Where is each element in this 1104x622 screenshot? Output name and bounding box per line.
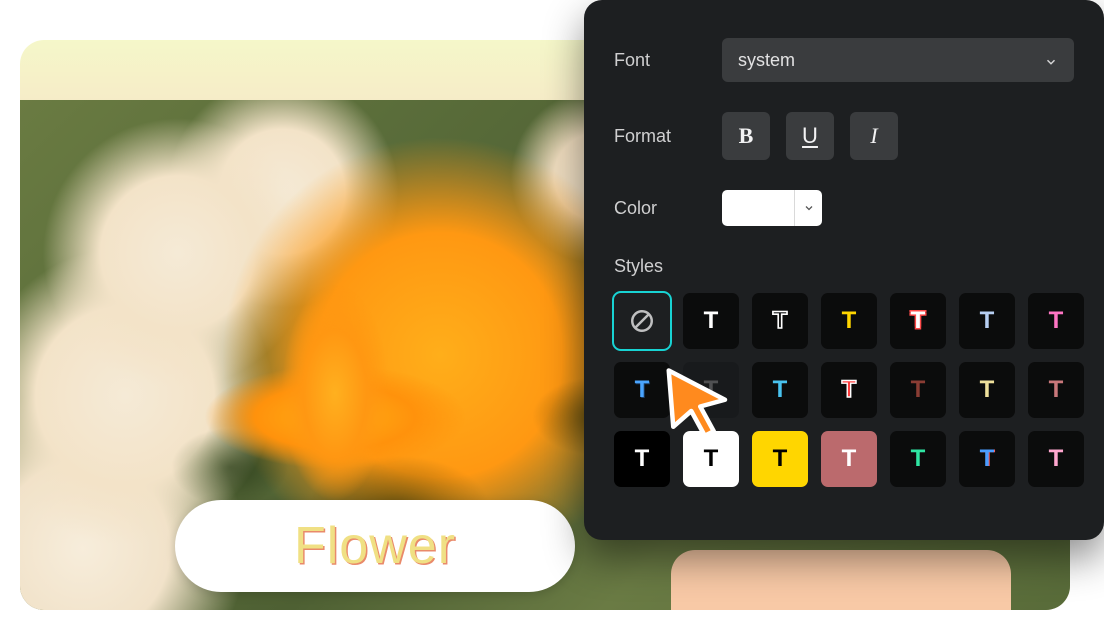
color-picker[interactable] xyxy=(722,190,822,226)
style-tile[interactable]: T xyxy=(821,362,877,418)
style-tile[interactable]: T xyxy=(614,362,670,418)
style-tile[interactable]: T xyxy=(890,431,946,487)
font-value: system xyxy=(738,50,795,71)
style-tile[interactable]: T xyxy=(752,293,808,349)
styles-grid: T T T T T T T T T T T T T T T T T T T T xyxy=(614,293,1074,487)
italic-button[interactable]: I xyxy=(850,112,898,160)
color-row: Color xyxy=(614,190,1074,226)
underline-button[interactable]: U xyxy=(786,112,834,160)
styles-label: Styles xyxy=(614,256,1074,277)
format-row: Format B U I xyxy=(614,112,1074,160)
style-tile[interactable]: T xyxy=(959,362,1015,418)
style-tile-bg-white[interactable]: T xyxy=(683,431,739,487)
color-label: Color xyxy=(614,198,722,219)
text-pill-label: Flower xyxy=(294,516,456,576)
font-select[interactable]: system xyxy=(722,38,1074,82)
style-tile[interactable]: T xyxy=(890,362,946,418)
style-tile[interactable]: T xyxy=(890,293,946,349)
style-tile[interactable]: T xyxy=(821,293,877,349)
format-label: Format xyxy=(614,126,722,147)
skin-area xyxy=(671,550,1011,610)
style-tile[interactable]: T xyxy=(1028,431,1084,487)
chevron-down-icon xyxy=(794,190,822,226)
font-row: Font system xyxy=(614,38,1074,82)
style-tile[interactable]: T xyxy=(683,362,739,418)
text-style-panel: Font system Format B U I Color Styles xyxy=(584,0,1104,540)
chevron-down-icon xyxy=(1044,53,1058,67)
style-tile[interactable]: T xyxy=(959,431,1015,487)
style-tile[interactable]: T xyxy=(959,293,1015,349)
style-tile[interactable]: T xyxy=(1028,362,1084,418)
color-swatch xyxy=(722,190,794,226)
style-tile-none[interactable] xyxy=(614,293,670,349)
style-tile-bg-black[interactable]: T xyxy=(614,431,670,487)
font-label: Font xyxy=(614,50,722,71)
style-tile-bg-yellow[interactable]: T xyxy=(752,431,808,487)
style-tile[interactable]: T xyxy=(1028,293,1084,349)
style-tile[interactable]: T xyxy=(683,293,739,349)
style-tile-bg-rose[interactable]: T xyxy=(821,431,877,487)
style-tile[interactable]: T xyxy=(752,362,808,418)
text-pill[interactable]: Flower xyxy=(175,500,575,592)
bold-button[interactable]: B xyxy=(722,112,770,160)
